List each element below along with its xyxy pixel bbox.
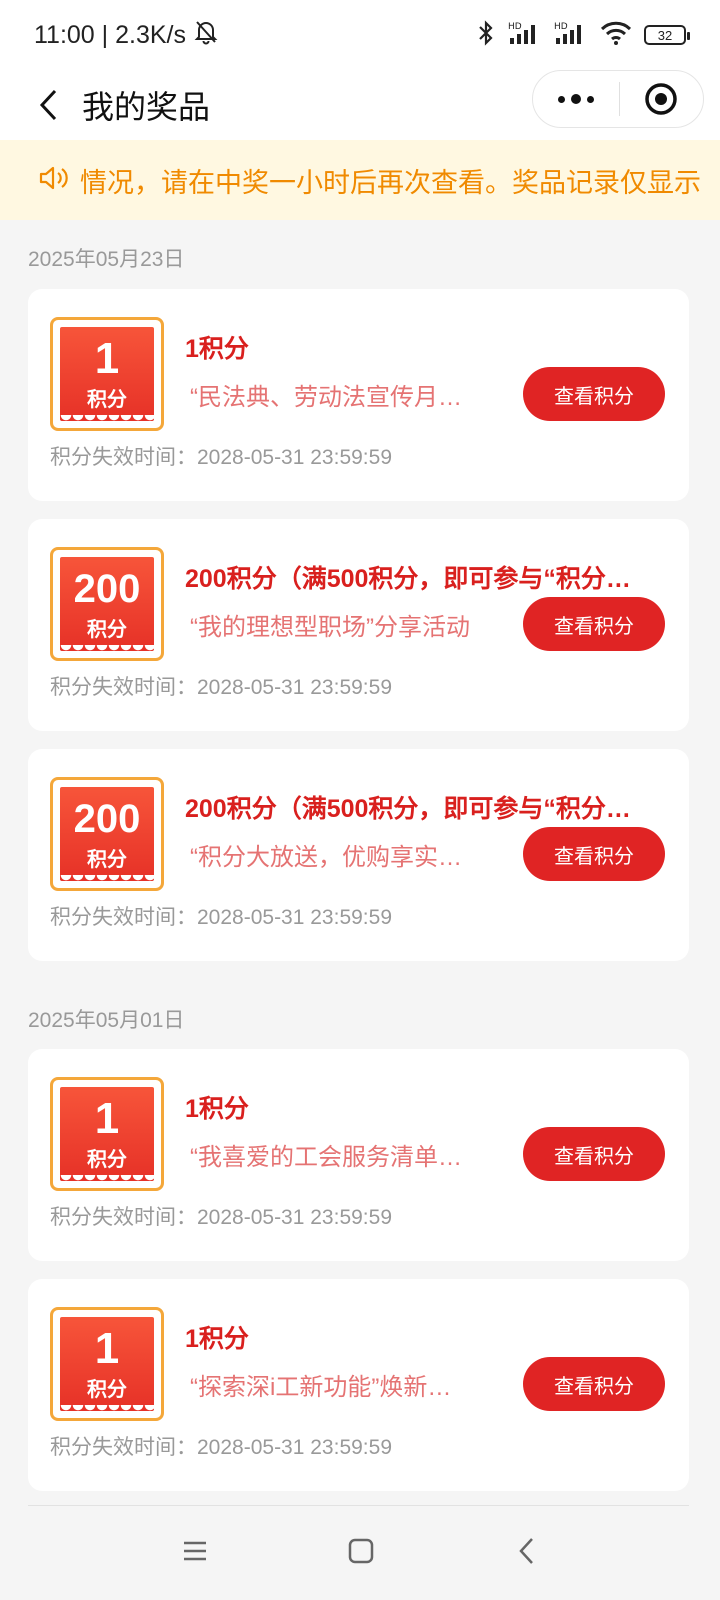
expire-time: 积分失效时间：2028-05-31 23:59:59 [50, 1436, 392, 1459]
prize-subtitle: “探索深i工新功能”焕新… [190, 1374, 452, 1401]
prize-card: 1 积分 1积分 “民法典、劳动法宣传月… 查看积分 积分失效时间：2028-0… [28, 289, 689, 501]
square-home-icon [348, 1538, 374, 1564]
view-points-button[interactable]: 查看积分 [523, 1357, 665, 1411]
points-badge: 1 积分 [50, 317, 164, 431]
prize-card: 1 积分 1积分 “探索深i工新功能”焕新… 查看积分 积分失效时间：2028-… [28, 1279, 689, 1491]
home-button[interactable] [336, 1526, 386, 1576]
expire-time: 积分失效时间：2028-05-31 23:59:59 [50, 676, 392, 699]
points-badge: 200 积分 [50, 777, 164, 891]
notice-banner: 情况，请在中奖一小时后再次查看。奖品记录仅显示 [0, 140, 720, 220]
badge-number: 200 [73, 566, 141, 611]
view-points-button[interactable]: 查看积分 [523, 597, 665, 651]
view-points-button[interactable]: 查看积分 [523, 367, 665, 421]
more-dots-icon [555, 94, 597, 104]
prize-title: 200积分（满500积分，即可参与“积分… [185, 795, 631, 823]
prize-title: 1积分 [185, 335, 249, 363]
page-title: 我的奖品 [82, 89, 211, 125]
expire-time: 积分失效时间：2028-05-31 23:59:59 [50, 1206, 392, 1229]
prize-title: 1积分 [185, 1095, 249, 1123]
system-back-button[interactable] [502, 1526, 552, 1576]
notice-text: 情况，请在中奖一小时后再次查看。奖品记录仅显示 [80, 167, 701, 198]
view-points-button[interactable]: 查看积分 [523, 1127, 665, 1181]
prize-subtitle: “民法典、劳动法宣传月… [190, 384, 462, 411]
menu-lines-icon [184, 1541, 206, 1561]
badge-unit: 积分 [87, 848, 127, 871]
capsule-menu [532, 70, 704, 128]
back-button[interactable] [24, 80, 74, 130]
battery-icon: 32 [644, 25, 690, 45]
prize-subtitle: “积分大放送，优购享实… [190, 844, 462, 871]
more-button[interactable] [533, 70, 619, 128]
section-date: 2025年05月01日 [28, 1009, 185, 1032]
battery-level: 32 [657, 27, 673, 43]
badge-unit: 积分 [87, 618, 127, 641]
prize-title: 1积分 [185, 1325, 249, 1353]
signal-hd-icon-2: HD [554, 20, 588, 51]
wifi-icon [600, 20, 632, 51]
prize-card: 200 积分 200积分（满500积分，即可参与“积分… “我的理想型职场”分享… [28, 519, 689, 731]
bluetooth-icon [476, 19, 496, 51]
badge-unit: 积分 [87, 388, 127, 411]
chevron-left-icon [39, 89, 57, 121]
badge-number: 1 [94, 1323, 120, 1373]
recents-button[interactable] [170, 1526, 220, 1576]
points-badge: 200 积分 [50, 547, 164, 661]
expire-time: 积分失效时间：2028-05-31 23:59:59 [50, 906, 392, 929]
points-badge: 1 积分 [50, 1307, 164, 1421]
system-nav-bar [0, 1506, 720, 1600]
badge-unit: 积分 [87, 1148, 127, 1171]
status-left: 11:00 | 2.3K/s [34, 19, 218, 52]
badge-number: 200 [73, 796, 141, 841]
prize-title: 200积分（满500积分，即可参与“积分… [185, 565, 631, 593]
prize-subtitle: “我喜爱的工会服务清单… [190, 1144, 462, 1171]
points-badge: 1 积分 [50, 1077, 164, 1191]
hd-label: HD [508, 22, 522, 32]
status-time-speed: 11:00 | 2.3K/s [34, 20, 186, 49]
hd-label: HD [554, 22, 568, 32]
prize-subtitle: “我的理想型职场”分享活动 [190, 614, 470, 641]
title-bar: 我的奖品 [0, 70, 720, 140]
prize-card: 200 积分 200积分（满500积分，即可参与“积分… “积分大放送，优购享实… [28, 749, 689, 961]
target-circle-icon [645, 83, 677, 115]
section-date: 2025年05月23日 [28, 248, 185, 271]
status-right: HD HD 32 [476, 19, 690, 51]
chevron-left-icon [519, 1538, 533, 1564]
close-miniprogram-button[interactable] [620, 70, 704, 128]
badge-number: 1 [94, 1093, 120, 1143]
badge-number: 1 [94, 333, 120, 383]
speaker-icon [38, 164, 68, 197]
view-points-button[interactable]: 查看积分 [523, 827, 665, 881]
status-bar: 11:00 | 2.3K/s HD HD 32 [0, 0, 720, 70]
badge-unit: 积分 [87, 1378, 127, 1401]
expire-time: 积分失效时间：2028-05-31 23:59:59 [50, 446, 392, 469]
signal-hd-icon-1: HD [508, 20, 542, 51]
prize-card: 1 积分 1积分 “我喜爱的工会服务清单… 查看积分 积分失效时间：2028-0… [28, 1049, 689, 1261]
mute-bell-icon [194, 19, 218, 52]
